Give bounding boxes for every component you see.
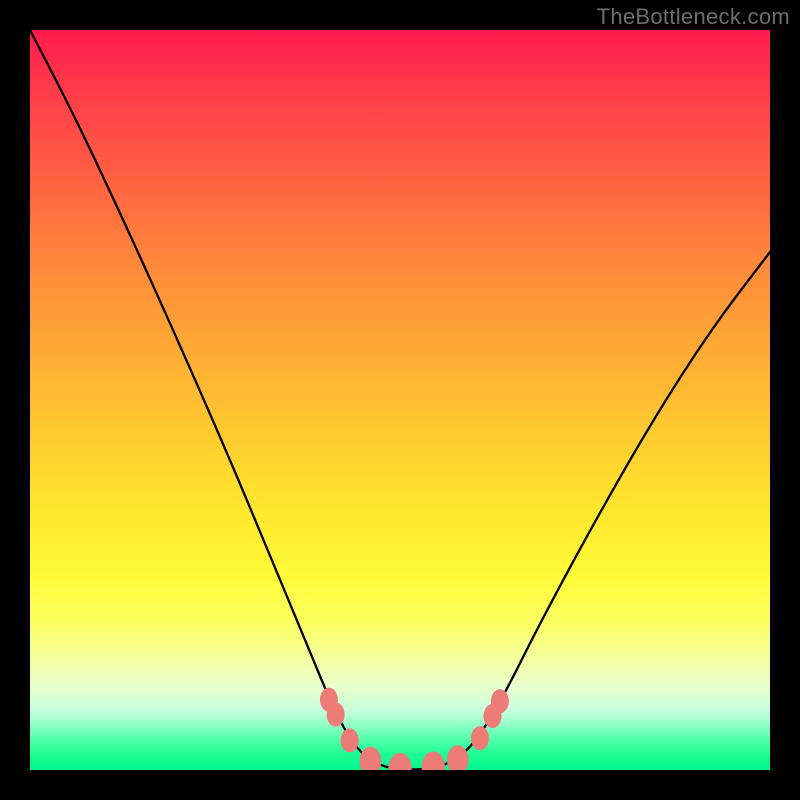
marker-group bbox=[320, 688, 509, 770]
plot-area bbox=[30, 30, 770, 770]
curve-line bbox=[30, 30, 770, 770]
curve-marker bbox=[491, 689, 509, 713]
chart-svg bbox=[30, 30, 770, 770]
chart-frame: TheBottleneck.com bbox=[0, 0, 800, 800]
curve-marker bbox=[327, 703, 345, 727]
curve-marker bbox=[471, 726, 489, 750]
watermark-label: TheBottleneck.com bbox=[597, 4, 790, 30]
curve-marker bbox=[388, 753, 411, 770]
curve-marker bbox=[422, 751, 445, 770]
curve-marker bbox=[447, 745, 469, 770]
curve-marker bbox=[341, 728, 359, 752]
curve-marker bbox=[360, 747, 382, 770]
